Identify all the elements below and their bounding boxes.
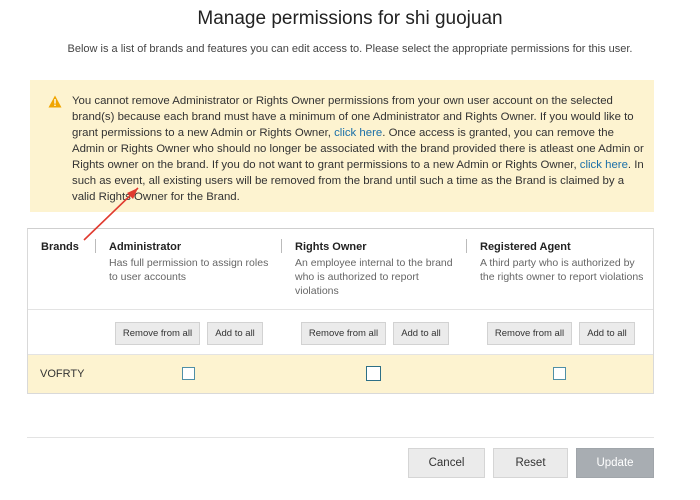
alert-message: You cannot remove Administrator or Right…	[72, 93, 646, 205]
update-button[interactable]: Update	[576, 448, 654, 478]
column-separator	[281, 239, 282, 253]
page-title: Manage permissions for shi guojuan	[197, 8, 503, 29]
rights-owner-description: An employee internal to the brand who is…	[295, 257, 453, 297]
page-subtitle: Below is a list of brands and features y…	[67, 43, 633, 55]
registered-agent-add-to-all-button[interactable]: Add to all	[579, 322, 635, 345]
registered-agent-label: Registered Agent	[480, 241, 571, 253]
warning-triangle-icon	[48, 95, 62, 108]
administrator-remove-from-all-button[interactable]: Remove from all	[115, 322, 200, 345]
table-row: VOFRTY	[28, 355, 653, 393]
rights-owner-remove-from-all-button[interactable]: Remove from all	[301, 322, 386, 345]
grant-permissions-link[interactable]: click here	[334, 127, 382, 139]
administrator-add-to-all-button[interactable]: Add to all	[207, 322, 263, 345]
rights-owner-add-to-all-button[interactable]: Add to all	[393, 322, 449, 345]
column-separator	[466, 239, 467, 253]
column-separator	[95, 239, 96, 253]
administrator-checkbox[interactable]	[182, 367, 195, 380]
registered-agent-checkbox[interactable]	[553, 367, 566, 380]
permissions-table: Brands Administrator Has full permission…	[27, 228, 654, 394]
registered-agent-remove-from-all-button[interactable]: Remove from all	[487, 322, 572, 345]
header-divider	[28, 309, 653, 310]
administrator-label: Administrator	[109, 241, 182, 253]
registered-agent-description: A third party who is authorized by the r…	[480, 257, 644, 283]
reset-button[interactable]: Reset	[493, 448, 568, 478]
rights-owner-label: Rights Owner	[295, 241, 367, 253]
brands-column-header: Brands	[41, 241, 79, 253]
footer-divider	[27, 437, 654, 438]
brand-name: VOFRTY	[40, 368, 85, 380]
cancel-button[interactable]: Cancel	[408, 448, 485, 478]
warning-alert: You cannot remove Administrator or Right…	[30, 80, 654, 212]
rights-owner-checkbox[interactable]	[366, 366, 381, 381]
remove-all-users-link[interactable]: click here	[580, 159, 628, 171]
administrator-description: Has full permission to assign roles to u…	[109, 257, 269, 283]
